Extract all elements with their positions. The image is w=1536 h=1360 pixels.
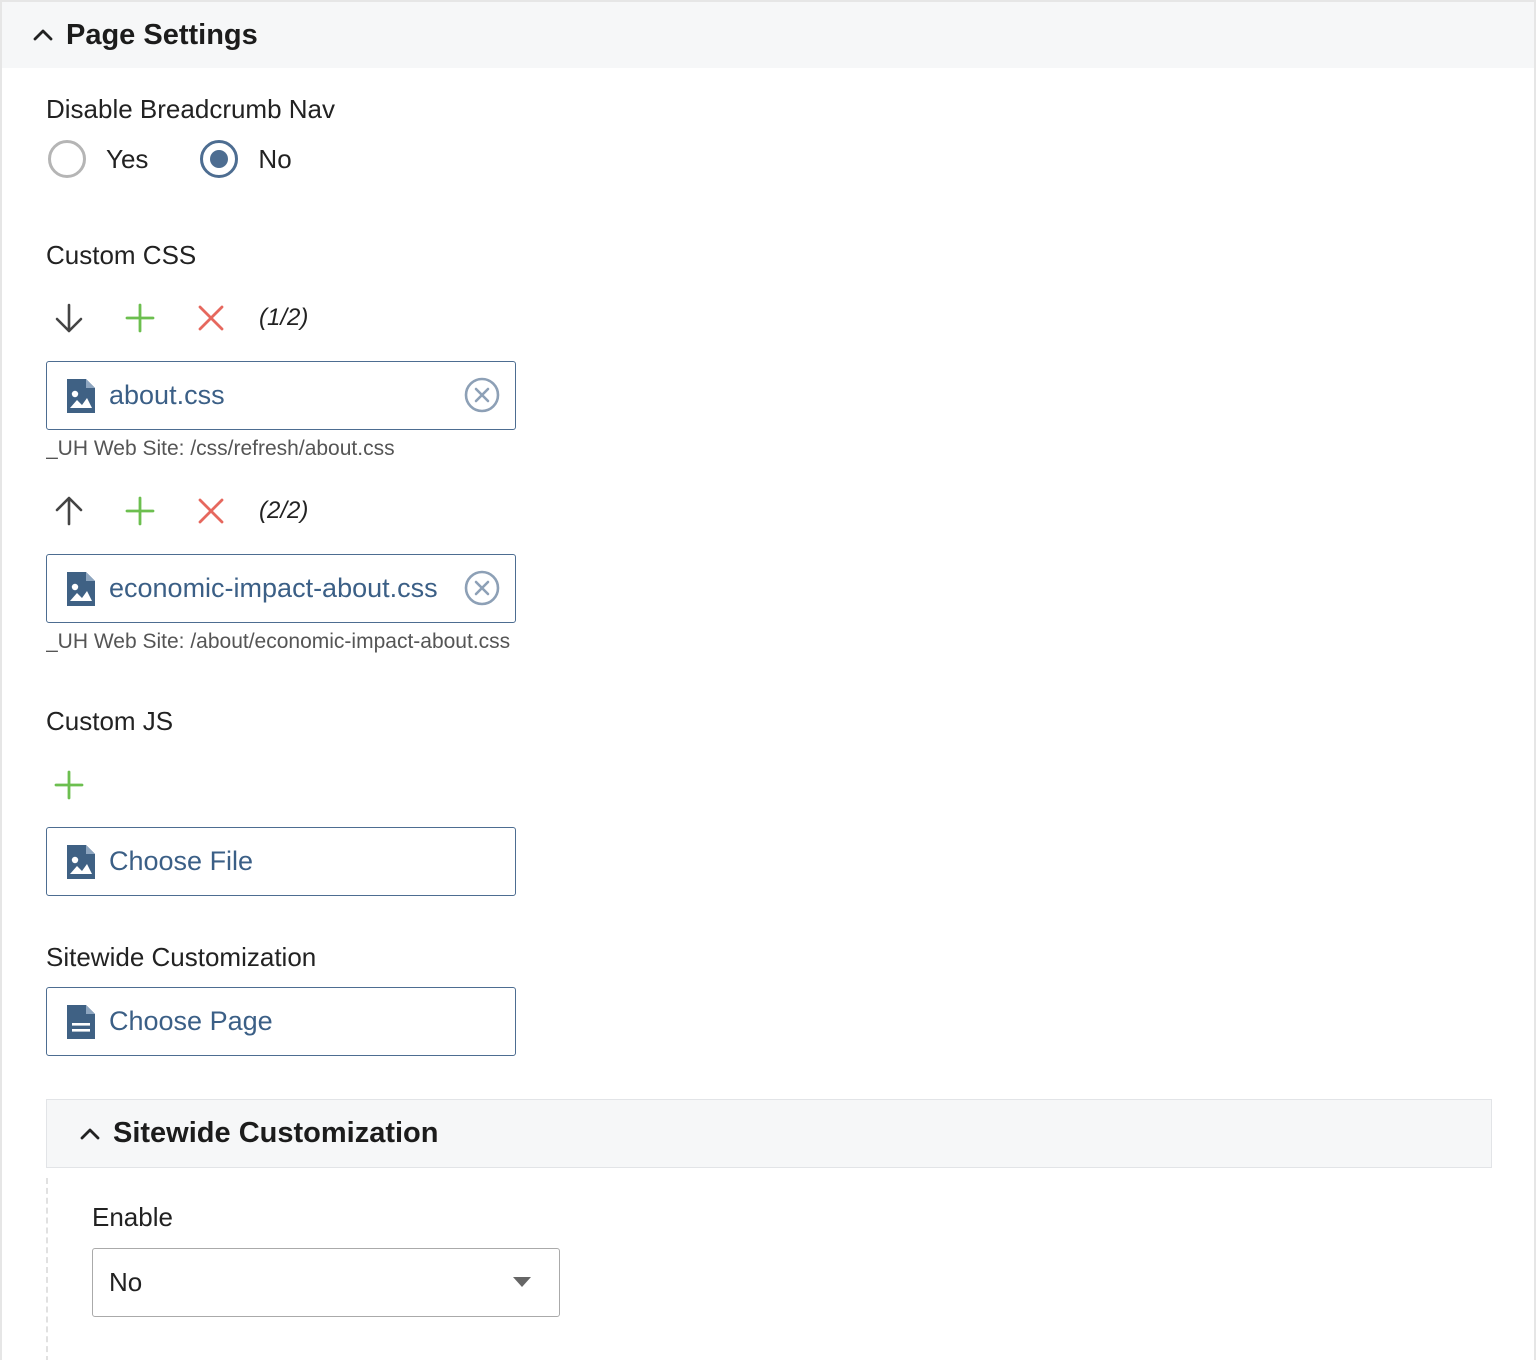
css-item-2-counter: (2/2) bbox=[259, 497, 309, 524]
image-file-icon bbox=[67, 378, 95, 413]
css-file-2-name: economic-impact-about.css bbox=[109, 573, 438, 603]
sitewide-section-guide bbox=[46, 1178, 48, 1360]
enable-select[interactable]: No bbox=[92, 1248, 560, 1317]
add-icon[interactable] bbox=[50, 766, 88, 804]
image-file-icon bbox=[67, 844, 95, 879]
remove-icon[interactable] bbox=[192, 299, 230, 337]
add-icon[interactable] bbox=[121, 299, 159, 337]
clear-circle-icon[interactable] bbox=[463, 569, 501, 607]
choose-page-button[interactable]: Choose Page bbox=[46, 987, 516, 1056]
enable-select-value: No bbox=[109, 1267, 143, 1297]
remove-icon[interactable] bbox=[192, 492, 230, 530]
css-item-1-counter: (1/2) bbox=[259, 304, 309, 331]
css-file-1-field[interactable]: about.css bbox=[46, 361, 516, 430]
radio-no-label[interactable]: No bbox=[258, 144, 291, 175]
sitewide-customization-label: Sitewide Customization bbox=[46, 942, 317, 972]
choose-file-button[interactable]: Choose File bbox=[46, 827, 516, 896]
sitewide-section-title: Sitewide Customization bbox=[113, 1117, 439, 1149]
chevron-up-icon bbox=[33, 29, 53, 41]
choose-file-label: Choose File bbox=[109, 846, 254, 876]
css-file-1-path: _UH Web Site: /css/refresh/about.css bbox=[46, 437, 395, 460]
sitewide-section-header[interactable]: Sitewide Customization bbox=[46, 1099, 1492, 1168]
document-icon bbox=[67, 1004, 95, 1039]
css-item-1-toolbar: (1/2) bbox=[50, 298, 308, 338]
custom-js-toolbar bbox=[50, 765, 121, 805]
add-icon[interactable] bbox=[121, 492, 159, 530]
custom-css-label: Custom CSS bbox=[46, 240, 197, 270]
choose-page-label: Choose Page bbox=[109, 1006, 273, 1036]
css-file-2-path: _UH Web Site: /about/economic-impact-abo… bbox=[46, 630, 511, 653]
breadcrumb-nav-label: Disable Breadcrumb Nav bbox=[46, 94, 336, 124]
breadcrumb-nav-radio-group: Yes No bbox=[48, 140, 344, 178]
css-file-1-name: about.css bbox=[109, 380, 225, 410]
page-settings-title: Page Settings bbox=[66, 18, 258, 51]
radio-no[interactable] bbox=[200, 140, 239, 178]
move-up-icon[interactable] bbox=[50, 492, 88, 530]
css-file-2-field[interactable]: economic-impact-about.css bbox=[46, 554, 516, 623]
radio-yes[interactable] bbox=[48, 140, 86, 178]
radio-yes-label[interactable]: Yes bbox=[106, 144, 148, 175]
enable-label: Enable bbox=[92, 1202, 173, 1232]
page-settings-panel: Page Settings Disable Breadcrumb Nav Yes… bbox=[0, 0, 1536, 1360]
css-item-2-toolbar: (2/2) bbox=[50, 491, 308, 531]
move-down-icon[interactable] bbox=[50, 299, 88, 337]
custom-js-label: Custom JS bbox=[46, 706, 174, 736]
clear-circle-icon[interactable] bbox=[463, 376, 501, 414]
chevron-up-icon bbox=[80, 1128, 100, 1139]
image-file-icon bbox=[67, 571, 95, 606]
caret-down-icon bbox=[513, 1277, 531, 1287]
page-settings-header[interactable]: Page Settings bbox=[2, 2, 1534, 68]
